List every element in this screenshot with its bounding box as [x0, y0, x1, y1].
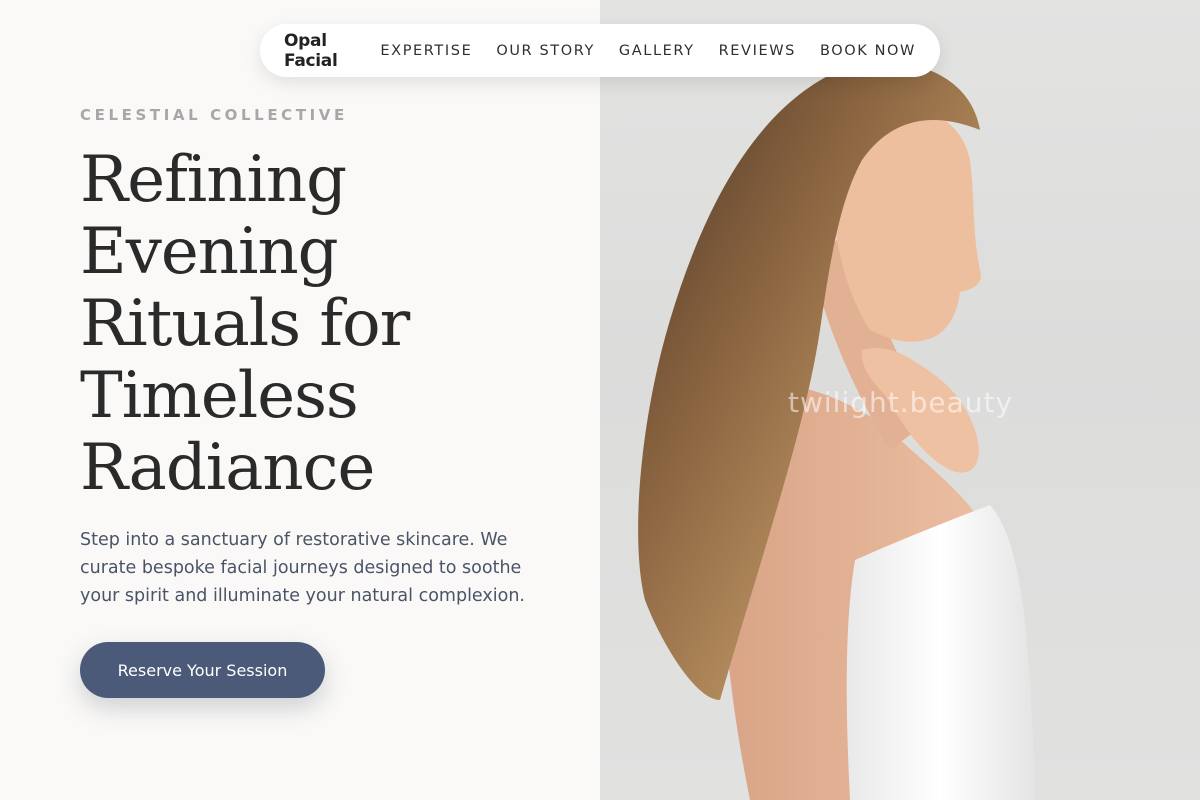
nav-link-reviews[interactable]: REVIEWS — [719, 43, 796, 59]
nav-link-gallery[interactable]: GALLERY — [619, 43, 695, 59]
headline-line: Timeless — [80, 359, 359, 433]
hero-photo: twilight.beauty — [600, 0, 1200, 800]
headline-line: Refining — [80, 143, 347, 217]
hero-headline: Refining Evening Rituals for Timeless Ra… — [80, 144, 560, 504]
brand-logo-link[interactable]: Opal Facial — [284, 31, 348, 71]
hero-eyebrow: CELESTIAL COLLECTIVE — [80, 106, 348, 124]
photo-watermark: twilight.beauty — [788, 386, 1014, 419]
headline-line: Radiance — [80, 431, 375, 505]
hero-subtext: Step into a sanctuary of restorative ski… — [80, 530, 525, 606]
headline-line: Evening — [80, 215, 339, 289]
nav-link-our-story[interactable]: OUR STORY — [496, 43, 595, 59]
headline-line: Rituals for — [80, 287, 410, 361]
top-navigation: Opal Facial EXPERTISE OUR STORY GALLERY … — [260, 24, 940, 77]
reserve-session-button[interactable]: Reserve Your Session — [80, 642, 325, 698]
nav-link-book-now[interactable]: BOOK NOW — [820, 43, 916, 59]
hero-text-panel: CELESTIAL COLLECTIVE Refining Evening Ri… — [0, 0, 600, 800]
nav-link-expertise[interactable]: EXPERTISE — [380, 43, 472, 59]
